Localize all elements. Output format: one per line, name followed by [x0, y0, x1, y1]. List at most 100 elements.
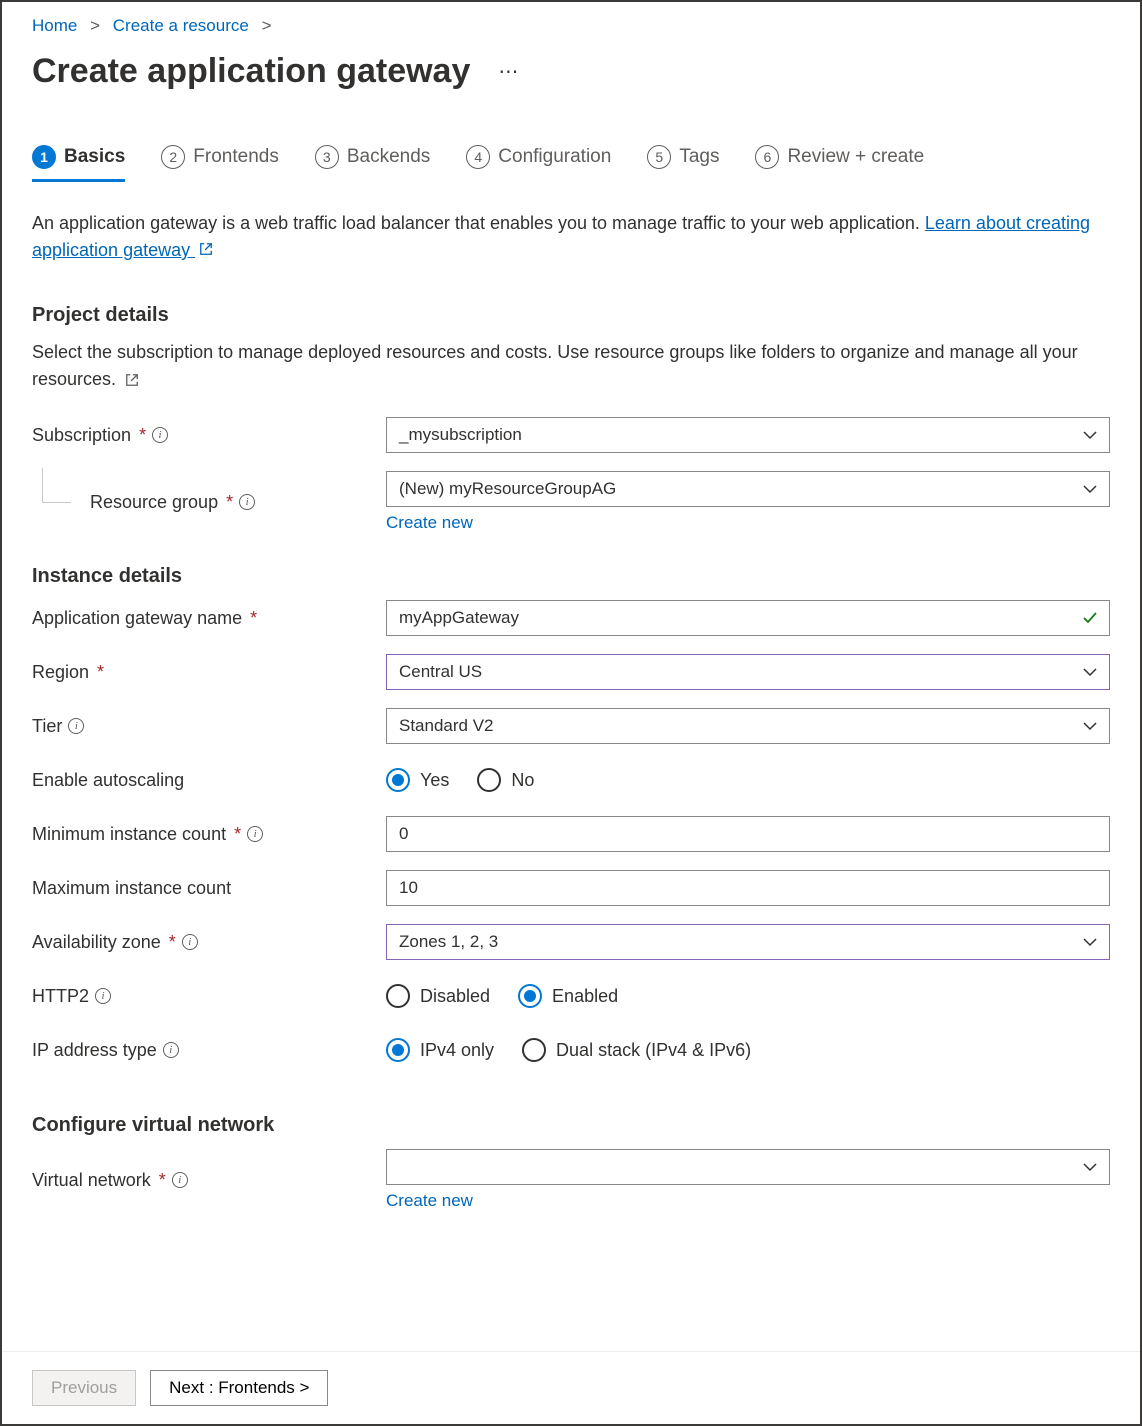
next-button[interactable]: Next : Frontends > — [150, 1370, 328, 1406]
region-label: Region — [32, 662, 89, 683]
required-icon: * — [234, 825, 241, 843]
min-instance-label: Minimum instance count — [32, 824, 226, 845]
tab-basics[interactable]: 1 Basics — [32, 141, 125, 181]
info-icon[interactable]: i — [163, 1042, 179, 1058]
http2-radio-group: Disabled Enabled — [386, 978, 1110, 1014]
resource-group-label: Resource group — [90, 492, 218, 513]
step-badge: 1 — [32, 145, 56, 169]
region-select[interactable]: Central US — [386, 654, 1110, 690]
step-badge: 6 — [755, 145, 779, 169]
radio-label: Yes — [420, 770, 449, 791]
info-icon[interactable]: i — [182, 934, 198, 950]
autoscaling-yes-radio[interactable]: Yes — [386, 768, 449, 792]
tab-label: Configuration — [498, 146, 611, 168]
tab-label: Basics — [64, 146, 125, 168]
ip-type-radio-group: IPv4 only Dual stack (IPv4 & IPv6) — [386, 1032, 1110, 1068]
chevron-down-icon — [1083, 430, 1097, 440]
max-instance-label: Maximum instance count — [32, 878, 231, 899]
create-new-rg-link[interactable]: Create new — [386, 513, 473, 533]
subscription-value: _mysubscription — [399, 425, 522, 445]
section-instance-details: Instance details — [32, 565, 1110, 588]
subscription-select[interactable]: _mysubscription — [386, 417, 1110, 453]
required-icon: * — [139, 426, 146, 444]
radio-label: Dual stack (IPv4 & IPv6) — [556, 1040, 751, 1061]
chevron-down-icon — [1083, 937, 1097, 947]
virtual-network-label: Virtual network — [32, 1170, 151, 1191]
ip-type-label: IP address type — [32, 1040, 157, 1061]
required-icon: * — [226, 493, 233, 511]
info-icon[interactable]: i — [239, 494, 255, 510]
availability-zone-select[interactable]: Zones 1, 2, 3 — [386, 924, 1110, 960]
tier-select[interactable]: Standard V2 — [386, 708, 1110, 744]
min-instance-value: 0 — [399, 824, 408, 844]
external-link-icon — [199, 242, 213, 256]
radio-label: IPv4 only — [420, 1040, 494, 1061]
wizard-tabs: 1 Basics 2 Frontends 3 Backends 4 Config… — [32, 141, 1110, 182]
section-project-details: Project details — [32, 304, 1110, 327]
availability-zone-label: Availability zone — [32, 932, 161, 953]
tab-frontends[interactable]: 2 Frontends — [161, 141, 279, 181]
chevron-down-icon — [1083, 484, 1097, 494]
breadcrumb: Home > Create a resource > — [32, 16, 1110, 36]
tab-label: Tags — [679, 146, 719, 168]
tab-description: An application gateway is a web traffic … — [32, 210, 1110, 264]
gateway-name-value: myAppGateway — [399, 608, 519, 628]
resource-group-value: (New) myResourceGroupAG — [399, 479, 616, 499]
more-icon[interactable]: ⋯ — [498, 62, 520, 82]
http2-enabled-radio[interactable]: Enabled — [518, 984, 618, 1008]
breadcrumb-home[interactable]: Home — [32, 16, 77, 35]
subscription-label: Subscription — [32, 425, 131, 446]
chevron-right-icon: > — [90, 16, 100, 35]
step-badge: 2 — [161, 145, 185, 169]
wizard-footer: Previous Next : Frontends > — [2, 1351, 1140, 1424]
info-icon[interactable]: i — [152, 427, 168, 443]
ip-dualstack-radio[interactable]: Dual stack (IPv4 & IPv6) — [522, 1038, 751, 1062]
step-badge: 5 — [647, 145, 671, 169]
page-title: Create application gateway — [32, 52, 470, 91]
desc-text: An application gateway is a web traffic … — [32, 213, 925, 233]
tab-review-create[interactable]: 6 Review + create — [755, 141, 924, 181]
tab-label: Backends — [347, 146, 430, 168]
info-icon[interactable]: i — [95, 988, 111, 1004]
tab-configuration[interactable]: 4 Configuration — [466, 141, 611, 181]
availability-zone-value: Zones 1, 2, 3 — [399, 932, 498, 952]
radio-label: No — [511, 770, 534, 791]
gateway-name-input[interactable]: myAppGateway — [386, 600, 1110, 636]
http2-disabled-radio[interactable]: Disabled — [386, 984, 490, 1008]
autoscaling-radio-group: Yes No — [386, 762, 1110, 798]
previous-button: Previous — [32, 1370, 136, 1406]
step-badge: 4 — [466, 145, 490, 169]
autoscaling-label: Enable autoscaling — [32, 770, 184, 791]
http2-label: HTTP2 — [32, 986, 89, 1007]
tab-label: Frontends — [193, 146, 279, 168]
chevron-right-icon: > — [262, 16, 272, 35]
create-new-vnet-link[interactable]: Create new — [386, 1191, 473, 1211]
ip-v4-radio[interactable]: IPv4 only — [386, 1038, 494, 1062]
radio-label: Disabled — [420, 986, 490, 1007]
step-badge: 3 — [315, 145, 339, 169]
tab-backends[interactable]: 3 Backends — [315, 141, 430, 181]
max-instance-input[interactable]: 10 — [386, 870, 1110, 906]
gateway-name-label: Application gateway name — [32, 608, 242, 629]
radio-label: Enabled — [552, 986, 618, 1007]
project-details-desc: Select the subscription to manage deploy… — [32, 339, 1110, 393]
external-link-icon — [125, 373, 139, 387]
tier-label: Tier — [32, 716, 62, 737]
required-icon: * — [159, 1171, 166, 1189]
chevron-down-icon — [1083, 1162, 1097, 1172]
info-icon[interactable]: i — [68, 718, 84, 734]
min-instance-input[interactable]: 0 — [386, 816, 1110, 852]
resource-group-select[interactable]: (New) myResourceGroupAG — [386, 471, 1110, 507]
checkmark-icon — [1081, 609, 1099, 627]
info-icon[interactable]: i — [172, 1172, 188, 1188]
autoscaling-no-radio[interactable]: No — [477, 768, 534, 792]
virtual-network-select[interactable] — [386, 1149, 1110, 1185]
tab-label: Review + create — [787, 146, 924, 168]
required-icon: * — [97, 663, 104, 681]
breadcrumb-create-resource[interactable]: Create a resource — [113, 16, 249, 35]
info-icon[interactable]: i — [247, 826, 263, 842]
tab-tags[interactable]: 5 Tags — [647, 141, 719, 181]
required-icon: * — [250, 609, 257, 627]
max-instance-value: 10 — [399, 878, 418, 898]
section-virtual-network: Configure virtual network — [32, 1114, 1110, 1137]
